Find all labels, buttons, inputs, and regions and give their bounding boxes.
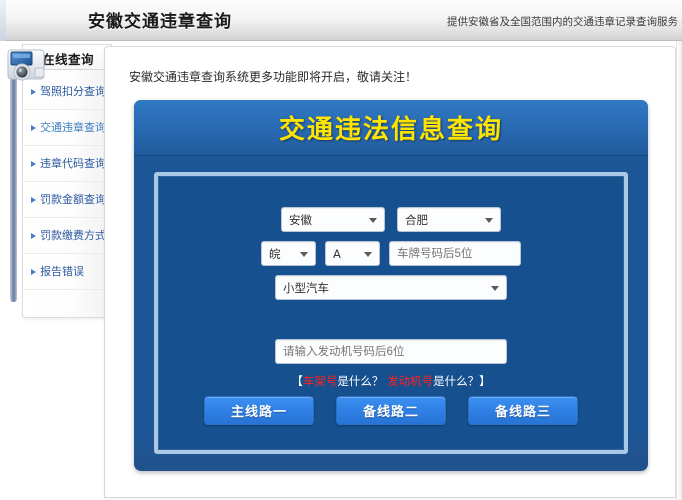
sidebar-item-label: 交通违章查询 (40, 121, 106, 134)
page-title: 安徽交通违章查询 (88, 7, 232, 32)
plate-letter-select[interactable]: A (325, 241, 380, 266)
city-select-value: 合肥 (405, 212, 428, 228)
site-header: 安徽交通违章查询 提供安徽省及全国范围内的交通违章记录查询服务 (0, 0, 682, 41)
form-row-engine (158, 339, 624, 364)
frame-number-help-link[interactable]: 车架号 (303, 374, 338, 388)
sidebar-item-label: 罚款金额查询 (40, 193, 106, 206)
help-open-bracket: 【 (291, 374, 303, 388)
notice-text: 安徽交通违章查询系统更多功能即将开启，敬请关注！ (129, 68, 417, 85)
frame-number-help-tail: 是什么？ (337, 374, 383, 388)
sidebar-item-report-error[interactable]: 报告错误 (23, 254, 111, 290)
triangle-right-icon (31, 269, 36, 275)
query-button-line-3[interactable]: 备线路三 (468, 396, 578, 425)
help-close-bracket: 】 (479, 374, 491, 388)
sidebar: 驾照扣分查询 交通违章查询 违章代码查询 罚款金额查询 罚款缴费方式 报告错误 (22, 46, 112, 318)
triangle-right-icon (31, 197, 36, 203)
city-select[interactable]: 合肥 (397, 207, 501, 232)
triangle-right-icon (31, 125, 36, 131)
triangle-right-icon (31, 233, 36, 239)
form-row-vehicle-type: 小型汽车 (158, 275, 624, 300)
page-root: 安徽交通违章查询 提供安徽省及全国范围内的交通违章记录查询服务 驾照扣分查询 交… (0, 0, 682, 500)
right-edge-strip (676, 41, 682, 500)
sidebar-item-violation-code[interactable]: 违章代码查询 (23, 146, 111, 182)
sidebar-item-fine-amount[interactable]: 罚款金额查询 (23, 182, 111, 218)
sidebar-rail (10, 58, 17, 302)
header-accent-bar (0, 0, 6, 41)
engine-number-help-tail: 是什么？ (433, 374, 479, 388)
form-row-plate: 皖 A (158, 241, 624, 266)
query-button-line-2[interactable]: 备线路二 (336, 396, 446, 425)
triangle-right-icon (31, 161, 36, 167)
form-row-help-links: 【车架号是什么？ 发动机号是什么？】 (158, 373, 624, 389)
plate-prefix-value: 皖 (269, 246, 281, 262)
query-buttons: 主线路一 备线路二 备线路三 (158, 396, 624, 425)
sidebar-item-payment-method[interactable]: 罚款缴费方式 (23, 218, 111, 254)
query-panel: 交通违法信息查询 安徽 合肥 皖 (134, 100, 648, 471)
form-row-region: 安徽 合肥 (158, 207, 624, 232)
sidebar-item-label: 罚款缴费方式 (40, 229, 106, 242)
help-links: 【车架号是什么？ 发动机号是什么？】 (158, 373, 624, 389)
plate-number-input[interactable] (389, 241, 521, 266)
query-panel-title: 交通违法信息查询 (134, 109, 648, 146)
engine-number-input[interactable] (275, 339, 507, 364)
province-select-value: 安徽 (289, 212, 312, 228)
engine-number-help-link[interactable]: 发动机号 (387, 374, 433, 388)
query-button-line-1[interactable]: 主线路一 (204, 396, 314, 425)
sidebar-item-label: 驾照扣分查询 (40, 85, 106, 98)
vehicle-type-value: 小型汽车 (283, 280, 329, 296)
plate-prefix-select[interactable]: 皖 (261, 241, 316, 266)
sidebar-item-label: 违章代码查询 (40, 157, 106, 170)
query-form-frame: 安徽 合肥 皖 A (154, 172, 628, 454)
sidebar-item-traffic-violation[interactable]: 交通违章查询 (23, 110, 111, 146)
vehicle-type-select[interactable]: 小型汽车 (275, 275, 507, 300)
triangle-right-icon (31, 89, 36, 95)
form-row-buttons: 主线路一 备线路二 备线路三 (158, 396, 624, 425)
sidebar-item-label: 报告错误 (40, 265, 84, 278)
camera-monitor-icon (5, 46, 51, 86)
sidebar-nav-list: 驾照扣分查询 交通违章查询 违章代码查询 罚款金额查询 罚款缴费方式 报告错误 (23, 74, 111, 290)
site-slogan: 提供安徽省及全国范围内的交通违章记录查询服务 (447, 14, 678, 29)
province-select[interactable]: 安徽 (281, 207, 385, 232)
query-panel-header: 交通违法信息查询 (134, 100, 648, 156)
plate-letter-value: A (333, 247, 341, 261)
main-content: 安徽交通违章查询系统更多功能即将开启，敬请关注！ 交通违法信息查询 安徽 合肥 (104, 46, 676, 498)
